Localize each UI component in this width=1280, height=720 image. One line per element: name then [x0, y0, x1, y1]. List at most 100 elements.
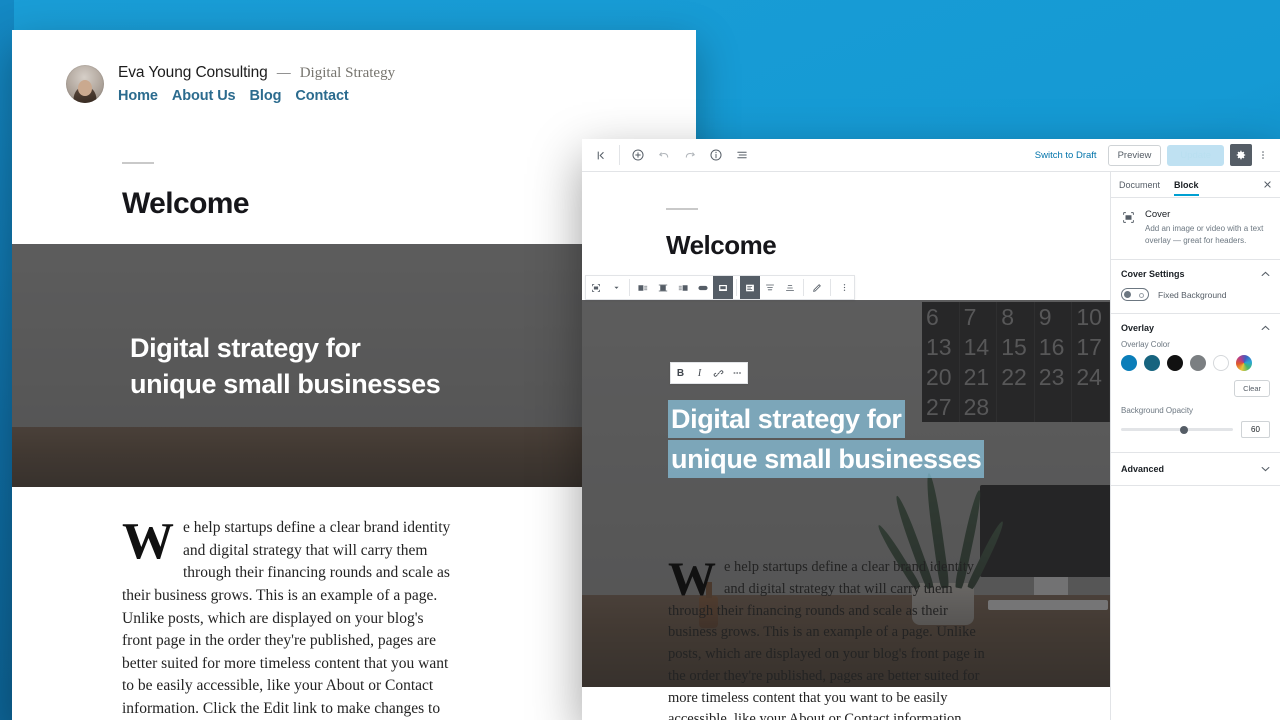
site-identity: Eva Young Consulting — Digital Strategy …	[66, 64, 696, 104]
overlay-color-swatches	[1111, 355, 1280, 375]
drop-cap: W	[668, 553, 716, 606]
block-toolbar	[585, 275, 855, 300]
nav-item-home[interactable]: Home	[118, 88, 158, 104]
clear-color-button[interactable]: Clear	[1234, 380, 1270, 398]
overlay-title: Overlay	[1121, 323, 1155, 334]
site-name: Eva Young Consulting	[118, 64, 268, 81]
sidebar-divider	[1111, 485, 1280, 487]
cover-settings-title: Cover Settings	[1121, 269, 1185, 280]
site-title-line: Eva Young Consulting — Digital Strategy	[118, 64, 395, 82]
editor-settings-sidebar: Document Block Cover Add an image or vid…	[1110, 172, 1280, 720]
align-right-icon[interactable]	[673, 276, 693, 299]
preview-button[interactable]: Preview	[1107, 144, 1162, 166]
block-info-card: Cover Add an image or video with a text …	[1111, 198, 1280, 261]
kebab-menu-icon[interactable]	[834, 276, 854, 299]
back-arrow-icon[interactable]	[588, 142, 614, 168]
color-swatch-dark-teal[interactable]	[1144, 355, 1160, 372]
cover-block-icon[interactable]	[586, 276, 606, 299]
italic-button[interactable]: I	[690, 363, 709, 383]
vertical-align-bottom-icon[interactable]	[780, 276, 800, 299]
drop-cap: W	[122, 513, 174, 570]
gear-icon[interactable]	[1230, 144, 1252, 166]
cover-heading-line1: Digital strategy for	[130, 332, 361, 363]
editor-page-title[interactable]: Welcome	[666, 230, 1110, 261]
chevron-down-icon[interactable]	[606, 276, 626, 299]
undo-icon[interactable]	[651, 142, 677, 168]
color-swatch-blue[interactable]	[1121, 355, 1137, 372]
cover-heading-line2: unique small businesses	[668, 440, 985, 479]
site-tagline: Digital Strategy	[299, 65, 396, 81]
site-header: Eva Young Consulting — Digital Strategy …	[12, 30, 696, 104]
block-title: Cover	[1145, 209, 1171, 220]
align-left-icon[interactable]	[633, 276, 653, 299]
heading-rule	[666, 208, 698, 210]
rich-text-inline-toolbar: B I	[670, 362, 748, 384]
fixed-background-toggle[interactable]	[1121, 288, 1149, 302]
vertical-align-top-icon[interactable]	[760, 276, 780, 299]
redo-icon[interactable]	[677, 142, 703, 168]
overlay-section-header[interactable]: Overlay	[1111, 314, 1280, 340]
advanced-section-header[interactable]: Advanced	[1111, 452, 1280, 485]
opacity-value-input[interactable]: 60	[1241, 421, 1270, 439]
advanced-title: Advanced	[1121, 464, 1165, 475]
color-swatch-white[interactable]	[1213, 355, 1229, 372]
editor-body: Welcome B I Digital strategy for unique …	[582, 172, 1280, 720]
nav-item-blog[interactable]: Blog	[250, 88, 282, 104]
cover-block-icon	[1121, 210, 1138, 227]
site-nav: Home About Us Blog Contact	[118, 88, 395, 104]
pencil-edit-icon[interactable]	[807, 276, 827, 299]
block-navigation-icon[interactable]	[729, 142, 755, 168]
kebab-menu-icon[interactable]	[1254, 149, 1272, 161]
background-opacity-label: Background Opacity	[1121, 406, 1194, 416]
avatar	[66, 65, 104, 103]
sidebar-tabs: Document Block	[1111, 172, 1280, 198]
align-wide-icon[interactable]	[693, 276, 713, 299]
content-info-icon[interactable]	[703, 142, 729, 168]
color-swatch-custom[interactable]	[1236, 355, 1252, 372]
align-full-icon[interactable]	[713, 276, 733, 299]
toolbar-divider	[629, 279, 630, 296]
color-swatch-gray[interactable]	[1190, 355, 1206, 372]
opacity-slider[interactable]	[1121, 425, 1233, 434]
chevron-up-icon	[1261, 271, 1270, 277]
editor-body-copy[interactable]: We help startups define a clear brand id…	[668, 553, 986, 720]
selected-text-line2: unique small businesses	[668, 440, 985, 479]
toolbar-divider	[736, 279, 737, 296]
close-icon[interactable]	[1263, 180, 1272, 189]
cover-heading-line1: Digital strategy for	[668, 400, 984, 439]
page-body-copy: We help startups define a clear brand id…	[12, 487, 457, 720]
align-center-icon[interactable]	[653, 276, 673, 299]
overlay-color-label: Overlay Color	[1121, 340, 1170, 350]
background-opacity-row: 60	[1111, 421, 1280, 452]
cover-heading: Digital strategy for unique small busine…	[130, 329, 441, 401]
link-icon[interactable]	[709, 363, 728, 383]
tab-block[interactable]: Block	[1174, 173, 1199, 196]
editor-top-toolbar: Switch to Draft Preview Update	[582, 139, 1280, 172]
block-editor-window: Switch to Draft Preview Update Welcome B…	[582, 139, 1280, 720]
chevron-down-icon	[1261, 466, 1270, 472]
fixed-background-row[interactable]: Fixed Background	[1111, 286, 1280, 313]
heading-rule	[122, 162, 154, 164]
site-title-dash: —	[276, 64, 291, 80]
cover-heading-editable[interactable]: Digital strategy for unique small busine…	[668, 400, 985, 479]
switch-to-draft-button[interactable]: Switch to Draft	[1035, 150, 1097, 161]
nav-item-contact[interactable]: Contact	[295, 88, 348, 104]
editor-welcome-section: Welcome	[582, 172, 1110, 261]
more-rich-text-icon[interactable]	[728, 363, 747, 383]
update-button[interactable]: Update	[1167, 144, 1224, 166]
tab-document[interactable]: Document	[1119, 173, 1160, 196]
toolbar-divider	[619, 145, 620, 165]
opacity-slider-handle[interactable]	[1179, 425, 1188, 434]
text-align-left-icon[interactable]	[740, 276, 760, 299]
cover-settings-section-header[interactable]: Cover Settings	[1111, 260, 1280, 286]
clear-row: Clear	[1111, 375, 1280, 406]
editor-canvas[interactable]: Welcome B I Digital strategy for unique …	[582, 172, 1110, 720]
color-swatch-black[interactable]	[1167, 355, 1183, 372]
selected-text-line1: Digital strategy for	[668, 400, 905, 439]
fixed-background-label: Fixed Background	[1158, 289, 1227, 300]
nav-item-about-us[interactable]: About Us	[172, 88, 236, 104]
add-block-icon[interactable]	[625, 142, 651, 168]
bold-button[interactable]: B	[671, 363, 690, 383]
cover-heading-line2: unique small businesses	[130, 368, 441, 399]
toolbar-divider	[803, 279, 804, 296]
